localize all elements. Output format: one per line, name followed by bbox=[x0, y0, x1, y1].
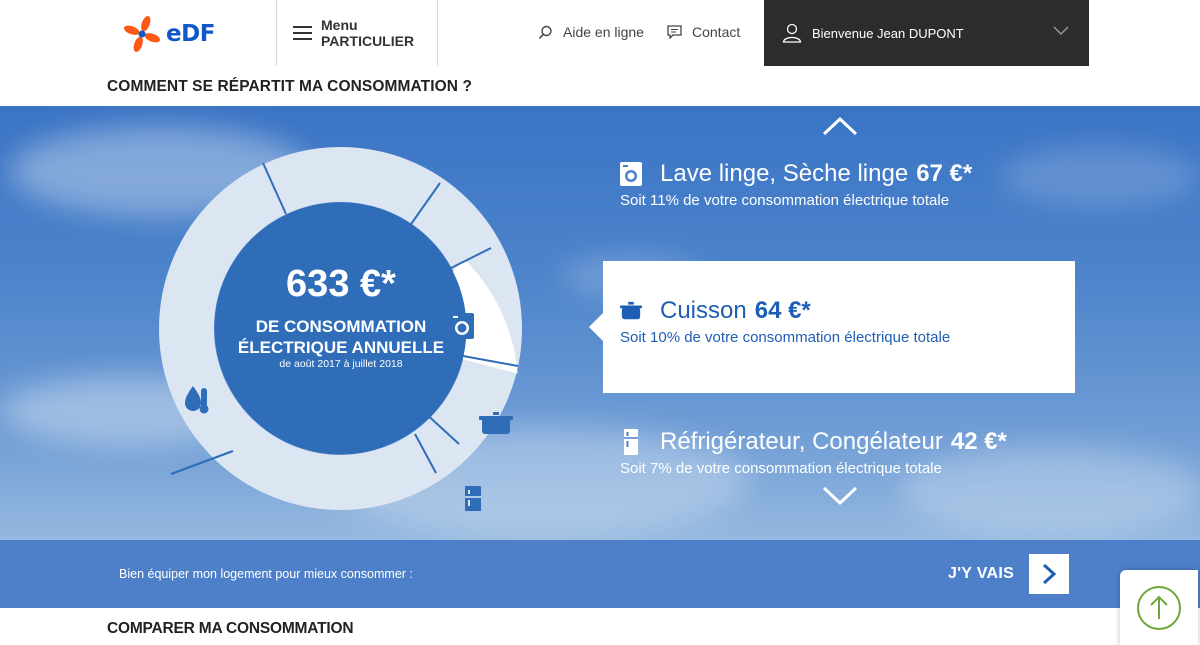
banner-text: Bien équiper mon logement pour mieux con… bbox=[119, 567, 413, 581]
arrow-up-circle-icon bbox=[1137, 585, 1181, 630]
item-amount: 42 €* bbox=[950, 428, 1007, 455]
consumption-item-fridge[interactable]: Réfrigérateur, Congélateur 42 €* Soit 7%… bbox=[603, 428, 1075, 477]
item-amount: 64 €* bbox=[754, 297, 811, 324]
contact-link-label: Contact bbox=[692, 24, 741, 40]
washing-machine-icon bbox=[620, 162, 642, 186]
edf-sun-icon bbox=[124, 16, 160, 52]
user-icon bbox=[782, 23, 802, 43]
item-name: Lave linge, Sèche linge bbox=[660, 160, 909, 187]
menu-button[interactable]: Menu PARTICULIER bbox=[276, 0, 438, 66]
consumption-item-cooking[interactable]: Cuisson 64 €* Soit 10% de votre consomma… bbox=[589, 261, 1075, 393]
help-link-label: Aide en ligne bbox=[563, 24, 644, 40]
search-icon bbox=[538, 25, 552, 39]
item-share: Soit 7% de votre consommation électrique… bbox=[620, 460, 942, 477]
total-period: de août 2017 à juillet 2018 bbox=[279, 358, 403, 370]
item-amount: 67 €* bbox=[916, 160, 973, 187]
chevron-down-icon bbox=[1053, 26, 1069, 35]
total-label-line1: DE CONSOMMATION bbox=[255, 317, 427, 336]
consumption-item-laundry[interactable]: Lave linge, Sèche linge 67 €* Soit 11% d… bbox=[603, 160, 1075, 209]
hamburger-icon bbox=[293, 26, 312, 40]
chevron-down-icon[interactable] bbox=[822, 486, 858, 506]
fridge-icon bbox=[465, 486, 481, 511]
item-share: Soit 11% de votre consommation électriqu… bbox=[620, 192, 950, 209]
item-name: Cuisson bbox=[660, 297, 747, 324]
chevron-up-icon[interactable] bbox=[822, 116, 858, 136]
chat-icon bbox=[667, 25, 682, 39]
logo-text: eDF bbox=[166, 21, 215, 47]
banner-cta-label[interactable]: J'Y VAIS bbox=[948, 565, 1014, 583]
edf-logo[interactable]: eDF bbox=[122, 14, 222, 54]
donut-summary: 633 €* DE CONSOMMATION ÉLECTRIQUE ANNUEL… bbox=[213, 260, 469, 370]
item-share: Soit 10% de votre consommation électriqu… bbox=[620, 329, 951, 346]
menu-sub-label: PARTICULIER bbox=[321, 33, 415, 49]
contact-link[interactable]: Contact bbox=[667, 24, 740, 40]
chevron-right-icon bbox=[1042, 563, 1056, 585]
fridge-icon bbox=[620, 429, 642, 455]
scroll-to-top-button[interactable] bbox=[1120, 570, 1198, 645]
total-amount: 633 €* bbox=[286, 263, 396, 305]
total-label-line2: ÉLECTRIQUE ANNUELLE bbox=[237, 338, 445, 357]
banner-cta-button[interactable] bbox=[1029, 554, 1069, 594]
help-link[interactable]: Aide en ligne bbox=[538, 24, 644, 40]
account-menu[interactable]: Bienvenue Jean DUPONT bbox=[764, 0, 1089, 66]
compare-section-title: COMPARER MA CONSOMMATION bbox=[107, 620, 354, 637]
item-name: Réfrigérateur, Congélateur bbox=[660, 428, 943, 455]
site-header: eDF Menu PARTICULIER Aide en ligne Conta… bbox=[0, 0, 1200, 66]
cooking-pot-icon bbox=[620, 300, 642, 322]
welcome-text: Bienvenue Jean DUPONT bbox=[812, 25, 964, 41]
menu-label: Menu bbox=[321, 17, 358, 33]
section-title: COMMENT SE RÉPARTIT MA CONSOMMATION ? bbox=[107, 78, 473, 95]
equipment-banner: Bien équiper mon logement pour mieux con… bbox=[0, 540, 1200, 608]
